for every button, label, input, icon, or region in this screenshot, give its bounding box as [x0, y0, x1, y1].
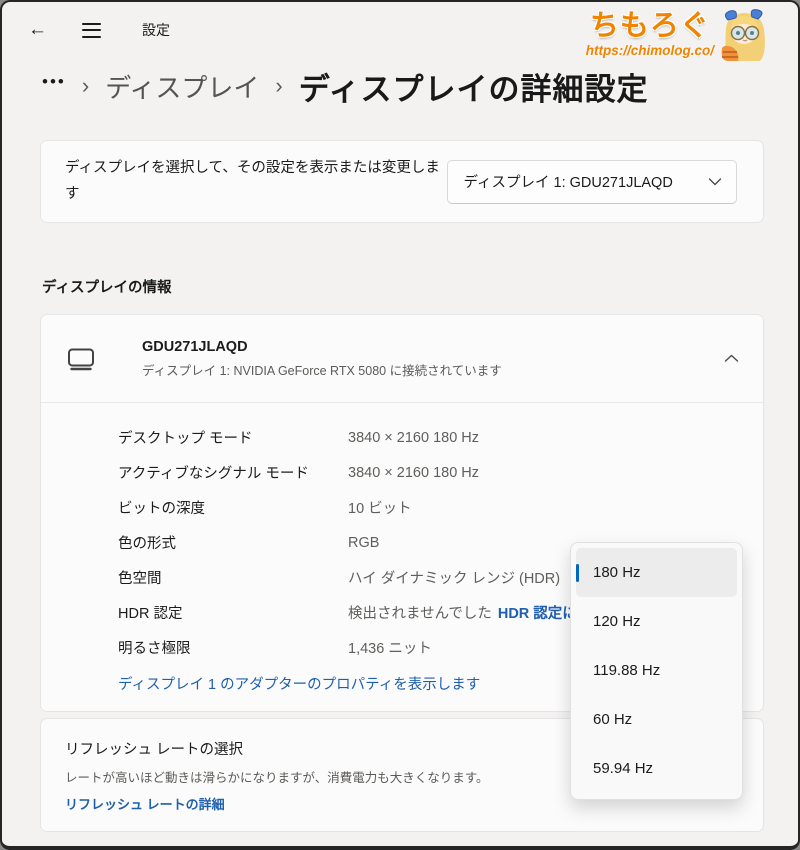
refresh-option-59-94hz[interactable]: 59.94 Hz: [576, 744, 737, 793]
hamburger-menu-icon[interactable]: [82, 23, 120, 38]
refresh-option-119-88hz[interactable]: 119.88 Hz: [576, 646, 737, 695]
selection-accent-bar: [576, 564, 579, 582]
info-section-heading: ディスプレイの情報: [40, 276, 764, 297]
row-active-signal-mode: アクティブなシグナル モード 3840 × 2160 180 Hz: [118, 455, 739, 490]
breadcrumb-ellipsis[interactable]: •••: [42, 72, 66, 92]
logo-url: https://chimolog.co/: [586, 43, 714, 58]
logo-text: ちもろぐ: [586, 12, 714, 41]
display-select-label: ディスプレイを選択して、その設定を表示または変更します: [65, 156, 447, 207]
mascot-icon: [716, 6, 770, 62]
breadcrumb: ••• › ディスプレイ › ディスプレイの詳細設定: [2, 58, 798, 110]
monitor-icon: [65, 343, 97, 375]
device-subtitle: ディスプレイ 1: NVIDIA GeForce RTX 5080 に接続されて…: [142, 360, 502, 379]
back-icon[interactable]: ←: [28, 19, 62, 41]
display-select-dropdown[interactable]: ディスプレイ 1: GDU271JLAQD: [447, 160, 737, 204]
chevron-down-icon: [708, 177, 722, 186]
row-desktop-mode: デスクトップ モード 3840 × 2160 180 Hz: [118, 420, 739, 455]
page-title: ディスプレイの詳細設定: [299, 64, 649, 109]
refresh-option-120hz[interactable]: 120 Hz: [576, 597, 737, 646]
refresh-option-60hz[interactable]: 60 Hz: [576, 695, 737, 744]
display-select-card: ディスプレイを選択して、その設定を表示または変更します ディスプレイ 1: GD…: [40, 140, 764, 223]
chevron-up-icon[interactable]: [724, 354, 739, 363]
refresh-option-180hz[interactable]: 180 Hz: [576, 548, 737, 597]
refresh-rate-flyout: 180 Hz 120 Hz 119.88 Hz 60 Hz 59.94 Hz: [570, 542, 743, 800]
display-select-value: ディスプレイ 1: GDU271JLAQD: [464, 171, 673, 192]
breadcrumb-display[interactable]: ディスプレイ: [105, 68, 259, 105]
device-name: GDU271JLAQD: [142, 339, 502, 355]
titlebar: ← 設定 ちもろぐ https://chimolog.co/: [2, 2, 798, 58]
chevron-right-icon: ›: [82, 75, 89, 97]
display-info-expander[interactable]: GDU271JLAQD ディスプレイ 1: NVIDIA GeForce RTX…: [41, 315, 763, 402]
settings-window: ← 設定 ちもろぐ https://chimolog.co/: [0, 0, 800, 850]
chimolog-logo: ちもろぐ https://chimolog.co/: [586, 6, 770, 62]
app-title: 設定: [142, 20, 170, 40]
row-bit-depth: ビットの深度 10 ビット: [118, 490, 739, 525]
chevron-right-icon: ›: [275, 75, 282, 97]
